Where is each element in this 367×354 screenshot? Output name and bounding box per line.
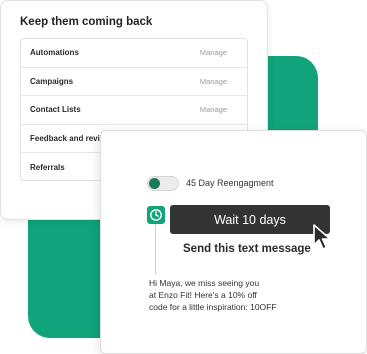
list-item-label: Campaigns [30,76,74,86]
send-message-heading: Send this text message [183,243,311,255]
list-item-label: Contact Lists [30,105,81,115]
list-item-campaigns[interactable]: Campaigns Manage [21,68,247,97]
list-item-label: Referrals [30,163,65,173]
toggle-label: 45 Day Reengagment [186,178,274,188]
automation-detail-card: 45 Day Reengagment Wait 10 days Send thi… [100,130,367,354]
clock-icon [147,206,165,224]
message-line: at Enzo Fit! Here's a 10% off [149,290,257,300]
cursor-arrow-icon [312,223,334,256]
message-line: Hi Maya, we miss seeing you [149,278,260,288]
card-title: Keep them coming back [20,16,153,28]
manage-link[interactable]: Manage [200,48,227,57]
list-item-label: Feedback and review [30,134,111,144]
manage-link[interactable]: Manage [200,77,227,86]
timeline-connector [155,224,156,274]
toggle-knob [149,178,160,189]
list-item-contact-lists[interactable]: Contact Lists Manage [21,96,247,125]
list-item-automations[interactable]: Automations Manage [21,39,247,68]
text-message-body[interactable]: Hi Maya, we miss seeing you at Enzo Fit!… [149,277,349,313]
list-item-label: Automations [30,48,79,58]
reengagement-toggle[interactable] [147,176,179,191]
message-line: code for a little inspiration: 10OFF [149,302,277,312]
wait-step-button[interactable]: Wait 10 days [170,205,330,234]
manage-link[interactable]: Manage [200,105,227,114]
